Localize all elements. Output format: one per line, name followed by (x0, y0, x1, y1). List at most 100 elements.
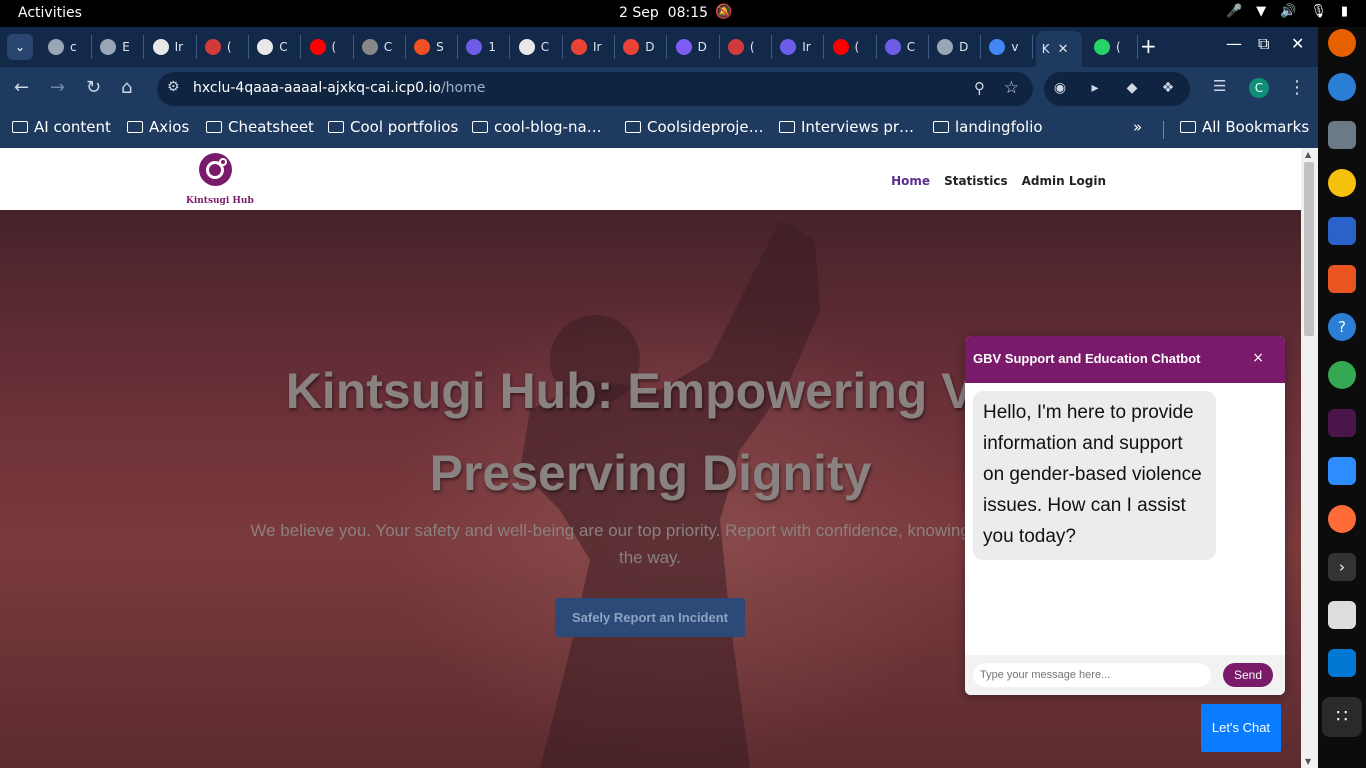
url-host: hxclu-4qaaa-aaaal-ajxkq-cai.icp0.io (193, 80, 441, 96)
browser-tab[interactable]: C (251, 35, 302, 59)
browser-tab[interactable]: v (983, 35, 1034, 59)
back-button[interactable]: ← (14, 77, 29, 98)
whatsapp-icon (1094, 39, 1110, 55)
chrome-icon[interactable] (1328, 361, 1356, 389)
slack-icon[interactable] (1328, 409, 1356, 437)
zoom-icon[interactable]: ⚲ (974, 79, 985, 97)
browser-menu-icon[interactable]: ⋮ (1288, 77, 1306, 98)
nav-statistics-link[interactable]: Statistics (944, 174, 1008, 188)
kintsugi-logo-icon (199, 153, 232, 186)
lets-chat-button[interactable]: Let's Chat (1201, 704, 1281, 752)
browser-tab[interactable]: Ir (147, 35, 197, 59)
youtube-icon (832, 39, 849, 55)
grammarly-icon[interactable]: ◉ (1051, 80, 1069, 98)
postman-icon[interactable] (1328, 505, 1356, 533)
nav-home-link[interactable]: Home (891, 174, 930, 188)
zoom-icon[interactable] (1328, 457, 1356, 485)
document-viewer-icon[interactable] (1328, 601, 1356, 629)
site-brand[interactable]: Kintsugi (251, 168, 335, 189)
browser-tab[interactable]: D (931, 35, 982, 59)
extensions-puzzle-icon[interactable]: ❖ (1159, 80, 1177, 98)
site-logo[interactable]: Kintsugi Hub (186, 152, 254, 208)
new-tab-button[interactable]: + (1140, 34, 1157, 58)
close-tab-icon[interactable]: ✕ (1058, 42, 1069, 57)
browser-tab[interactable]: D (617, 35, 668, 59)
browser-tab[interactable]: D (670, 35, 720, 59)
extension-diamond-icon[interactable]: ◆ (1123, 80, 1141, 98)
site-info-icon[interactable]: ⚙ (167, 79, 180, 95)
terminal-icon[interactable]: › (1328, 553, 1356, 581)
bookmark-folder[interactable]: AI content (12, 118, 111, 136)
activities-button[interactable]: Activities (18, 5, 82, 21)
bookmark-folder[interactable]: landingfolio (933, 118, 1043, 136)
report-incident-button[interactable]: Safely Report an Incident (555, 598, 745, 637)
tab-search-button[interactable]: ⌄ (7, 34, 33, 60)
url-path: /home (440, 80, 486, 96)
profile-avatar[interactable]: C (1249, 78, 1269, 98)
media-controls-icon[interactable]: ☰ (1213, 77, 1226, 95)
browser-tab[interactable]: ( (304, 35, 354, 59)
bookmark-folder[interactable]: Axios (127, 118, 189, 136)
maximize-button[interactable]: ⧉ (1258, 34, 1269, 54)
chatbot-message-input[interactable] (973, 663, 1211, 687)
url-text[interactable]: hxclu-4qaaa-aaaal-ajxkq-cai.icp0.io/home (193, 80, 485, 96)
all-bookmarks[interactable]: All Bookmarks (1180, 118, 1309, 136)
address-bar[interactable]: ⚙ hxclu-4qaaa-aaaal-ajxkq-cai.icp0.io/ho… (157, 72, 1033, 106)
scrollbar-thumb[interactable] (1304, 162, 1314, 336)
vscode-icon[interactable] (1328, 649, 1356, 677)
close-window-button[interactable]: ✕ (1291, 34, 1304, 53)
browser-tab[interactable]: K ✕ (1035, 31, 1082, 67)
browser-tab[interactable]: c (42, 35, 92, 59)
browser-tab[interactable]: C (513, 35, 563, 59)
nyt-icon (361, 39, 378, 55)
reload-button[interactable]: ↻ (86, 77, 101, 98)
bookmark-folder[interactable]: Coolsideproje… (625, 118, 764, 136)
browser-tab[interactable]: ( (1088, 35, 1138, 59)
system-tray[interactable]: 🎤 ▼ 🔊 🎙 ▮ (1226, 4, 1348, 19)
minimize-button[interactable]: — (1226, 34, 1242, 53)
files-icon[interactable] (1328, 121, 1356, 149)
tab-title: C (906, 40, 916, 54)
web-page: Kintsugi Hub Kintsugi Home Statistics Ad… (0, 148, 1301, 768)
page-scrollbar[interactable]: ▲ ▼ (1301, 148, 1318, 768)
help-icon[interactable]: ? (1328, 313, 1356, 341)
browser-tab[interactable]: ( (827, 35, 877, 59)
thunderbird-icon[interactable] (1328, 73, 1356, 101)
chatbot-header: GBV Support and Education Chatbot × (965, 336, 1285, 383)
browser-tab[interactable]: 1 (460, 35, 511, 59)
forward-button[interactable]: → (50, 77, 65, 98)
rhythmbox-icon[interactable] (1328, 169, 1356, 197)
home-button[interactable]: ⌂ (121, 77, 132, 98)
more-bookmarks-icon[interactable]: » (1133, 118, 1142, 136)
chatbot-close-button[interactable]: × (1252, 350, 1264, 366)
browser-tab[interactable]: E (94, 35, 145, 59)
scroll-up-arrow-icon[interactable]: ▲ (1305, 150, 1311, 159)
notifications-muted-icon: 🔕 (715, 4, 733, 20)
browser-tab[interactable]: ( (722, 35, 772, 59)
bookmark-folder[interactable]: cool-blog-na… (472, 118, 602, 136)
bookmark-folder[interactable]: Cool portfolios (328, 118, 458, 136)
browser-tab[interactable]: Ir (774, 35, 825, 59)
chatbot-messages[interactable]: Hello, I'm here to provide information a… (965, 383, 1285, 655)
clock[interactable]: 2 Sep 08:15 (619, 5, 708, 21)
bookmark-folder[interactable]: Interviews pr… (779, 118, 914, 136)
folder-icon (472, 121, 488, 133)
bookmark-folder[interactable]: Cheatsheet (206, 118, 314, 136)
browser-tab[interactable]: C (356, 35, 406, 59)
browser-tab[interactable]: ( (199, 35, 249, 59)
app-center-icon[interactable] (1328, 265, 1356, 293)
bookmark-star-icon[interactable]: ☆ (1004, 78, 1019, 98)
tab-title: E (122, 40, 130, 54)
folder-icon (933, 121, 949, 133)
megaphone-extension-icon[interactable]: ▸ (1086, 80, 1104, 98)
folder-icon (779, 121, 795, 133)
writer-icon[interactable] (1328, 217, 1356, 245)
browser-tab[interactable]: C (879, 35, 929, 59)
show-apps-grid-icon[interactable]: ∷ (1322, 697, 1362, 737)
firefox-icon[interactable] (1328, 29, 1356, 57)
browser-tab[interactable]: S (408, 35, 459, 59)
nav-admin-login-link[interactable]: Admin Login (1022, 174, 1106, 188)
scroll-down-arrow-icon[interactable]: ▼ (1305, 757, 1311, 766)
chatbot-send-button[interactable]: Send (1223, 663, 1273, 687)
browser-tab[interactable]: Ir (565, 35, 615, 59)
